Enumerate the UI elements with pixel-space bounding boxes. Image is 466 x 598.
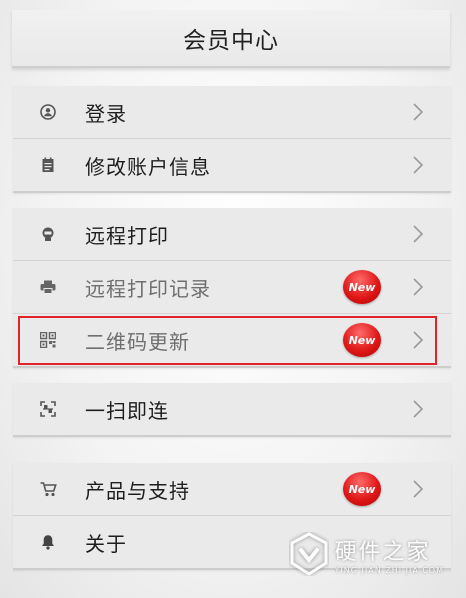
menu-item-login[interactable]: 登录 [13, 86, 451, 138]
cart-icon [39, 480, 57, 498]
menu-item-label: 远程打印记录 [85, 276, 211, 301]
new-badge: New [343, 323, 381, 357]
user-icon [39, 103, 57, 121]
new-badge: New [343, 270, 381, 304]
menu-item-scan-connect[interactable]: 一扫即连 [13, 383, 451, 435]
chevron-right-icon [413, 156, 424, 174]
watermark-title: 硬件之家 [334, 539, 431, 565]
menu-group-printing: 远程打印 远程打印记录 New 二维码更新 New [13, 208, 451, 368]
bell-icon [39, 533, 57, 551]
notepad-icon [39, 156, 57, 174]
chevron-right-icon [413, 103, 424, 121]
qr-code-icon [39, 331, 57, 349]
menu-group-scan: 一扫即连 [13, 383, 451, 437]
chevron-right-icon [413, 331, 424, 349]
menu-item-edit-account[interactable]: 修改账户信息 [13, 138, 451, 191]
remote-print-icon [39, 225, 57, 243]
menu-group-account: 登录 修改账户信息 [13, 86, 451, 193]
chevron-right-icon [413, 278, 424, 296]
menu-item-label: 修改账户信息 [85, 154, 211, 179]
watermark-subtitle: YING JIAN ZHI JIA.COM [334, 565, 444, 575]
chevron-right-icon [413, 400, 424, 418]
menu-item-label: 产品与支持 [85, 478, 190, 503]
printer-icon [39, 278, 57, 296]
scan-icon [39, 400, 57, 418]
menu-item-label: 关于 [85, 531, 127, 556]
chevron-right-icon [413, 480, 424, 498]
menu-item-remote-print-history[interactable]: 远程打印记录 New [13, 260, 451, 313]
watermark-logo-icon [290, 532, 328, 576]
page-title: 会员中心 [183, 28, 279, 54]
menu-item-products-support[interactable]: 产品与支持 New [13, 463, 451, 515]
watermark: 硬件之家 YING JIAN ZHI JIA.COM [289, 532, 444, 576]
header-bar: 会员中心 [12, 10, 450, 68]
menu-item-label: 远程打印 [85, 223, 169, 248]
menu-item-remote-print[interactable]: 远程打印 [13, 208, 451, 260]
new-badge: New [343, 472, 381, 506]
menu-item-label: 二维码更新 [85, 329, 190, 354]
menu-item-label: 一扫即连 [85, 398, 169, 423]
menu-item-label: 登录 [85, 101, 127, 126]
chevron-right-icon [413, 225, 424, 243]
menu-item-qr-update[interactable]: 二维码更新 New [13, 313, 451, 366]
